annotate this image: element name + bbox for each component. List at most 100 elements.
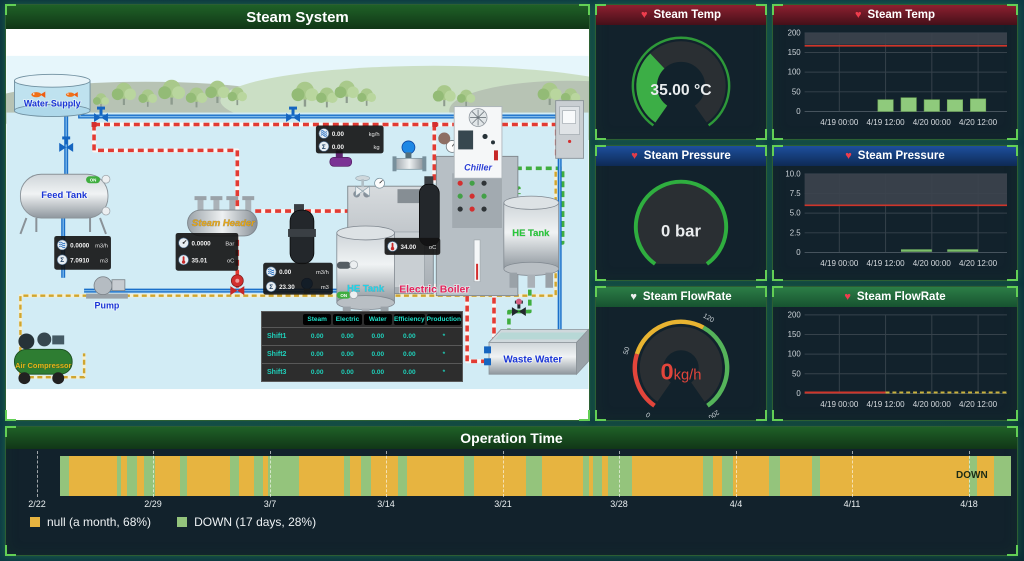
- timeline-segment-run[interactable]: [542, 456, 583, 496]
- timeline-segment-down[interactable]: [464, 456, 474, 496]
- chart-title: Steam Temp: [868, 9, 936, 21]
- chart-header-steam-flowrate[interactable]: ♥ Steam FlowRate: [773, 287, 1017, 307]
- timeline-segment-down[interactable]: [722, 456, 733, 496]
- steam-flowrate-chart[interactable]: 0501001502004/19 00:004/19 12:004/20 00:…: [773, 307, 1017, 418]
- relief-valve-icon: [438, 132, 450, 144]
- row-label: Shift1: [262, 327, 302, 345]
- timeline-segment-down[interactable]: [769, 456, 780, 496]
- timeline-segment-run[interactable]: [407, 456, 464, 496]
- column-header: Water: [364, 314, 392, 325]
- timeline-segment-down[interactable]: [127, 456, 137, 496]
- timeline-segment-run[interactable]: [820, 456, 969, 496]
- timeline-segment-down[interactable]: [230, 456, 239, 496]
- svg-text:200: 200: [707, 408, 721, 418]
- svg-text:0kg/h: 0kg/h: [661, 359, 702, 385]
- electric-boiler-label: Electric Boiler: [399, 285, 469, 296]
- column-header: Production: [427, 314, 461, 325]
- svg-text:4/20 00:00: 4/20 00:00: [913, 118, 952, 127]
- he-tank-left-label: HE Tank: [347, 284, 385, 295]
- svg-text:4/20 00:00: 4/20 00:00: [913, 259, 952, 268]
- timeline-segment-down[interactable]: [703, 456, 713, 496]
- timeline-segment-down[interactable]: [60, 456, 69, 496]
- svg-text:200: 200: [788, 310, 802, 319]
- timeline-segment-run[interactable]: [187, 456, 230, 496]
- table-cell: 0.00: [332, 345, 362, 363]
- timeline-tick-label: 2/22: [28, 499, 46, 509]
- timeline-segment-down[interactable]: [812, 456, 820, 496]
- gauge-panel-steam-flowrate: ♥ Steam FlowRate 0501202000kg/h: [595, 286, 767, 421]
- svg-text:4/20 12:00: 4/20 12:00: [959, 400, 998, 409]
- timeline-segment-down[interactable]: [608, 456, 632, 496]
- timeline-segment-run[interactable]: [371, 456, 398, 496]
- svg-text:oC: oC: [429, 245, 436, 251]
- operation-timeline[interactable]: DOWN null (a month, 68%)DOWN (17 days, 2…: [6, 449, 1017, 555]
- svg-text:4/20 12:00: 4/20 12:00: [959, 118, 998, 127]
- legend-item[interactable]: DOWN (17 days, 28%): [177, 515, 316, 529]
- svg-text:4/19 12:00: 4/19 12:00: [867, 259, 906, 268]
- row-label: Shift2: [262, 345, 302, 363]
- timeline-gridline: [852, 451, 853, 497]
- timeline-tick-label: 3/14: [377, 499, 395, 509]
- timeline-segment-run[interactable]: [239, 456, 254, 496]
- svg-text:Bar: Bar: [225, 241, 234, 247]
- chart-header-steam-temp[interactable]: ♥ Steam Temp: [773, 5, 1017, 25]
- chart-panel-steam-pressure: ♥ Steam Pressure 02.55.07.510.04/19 00:0…: [772, 145, 1018, 281]
- timeline-gridline: [270, 451, 271, 497]
- steam-header-label: Steam Header: [192, 218, 256, 229]
- timeline-segment-run[interactable]: [780, 456, 812, 496]
- timeline-segment-down[interactable]: [994, 456, 1011, 496]
- steam-temp-gauge[interactable]: 35.00 °C: [596, 25, 766, 137]
- timeline-segment-run[interactable]: [733, 456, 769, 496]
- svg-text:kg: kg: [373, 145, 379, 151]
- timeline-segment-down[interactable]: [593, 456, 602, 496]
- timeline-segment-run[interactable]: [299, 456, 344, 496]
- timeline-segment-down[interactable]: [254, 456, 263, 496]
- svg-text:150: 150: [788, 330, 802, 339]
- table-cell: *: [426, 363, 462, 381]
- legend-item[interactable]: null (a month, 68%): [30, 515, 151, 529]
- timeline-segment-run[interactable]: [350, 456, 361, 496]
- gauge-header-steam-pressure[interactable]: ♥ Steam Pressure: [596, 146, 766, 166]
- svg-text:0.0000: 0.0000: [70, 242, 90, 249]
- timeline-segment-run[interactable]: [69, 456, 117, 496]
- feed-tank-on-badge: ON: [90, 178, 97, 183]
- column-header: Steam: [303, 314, 331, 325]
- svg-text:4/19 12:00: 4/19 12:00: [867, 400, 906, 409]
- gauge-header-steam-temp[interactable]: ♥ Steam Temp: [596, 5, 766, 25]
- timeline-segment-run[interactable]: [474, 456, 526, 496]
- timeline-segment-down[interactable]: [180, 456, 187, 496]
- steam-pressure-chart[interactable]: 02.55.07.510.04/19 00:004/19 12:004/20 0…: [773, 166, 1017, 278]
- svg-text:23.30: 23.30: [279, 284, 295, 291]
- operation-time-title: Operation Time: [460, 430, 562, 446]
- he-tank-right-label: HE Tank: [512, 228, 550, 239]
- chart-panel-steam-temp: ♥ Steam Temp 0501001502004/19 00:004/19 …: [772, 4, 1018, 140]
- databox-boiler: 0.0000 Bar 35.01 oC: [176, 233, 239, 271]
- timeline-segment-run[interactable]: [713, 456, 722, 496]
- svg-text:7.0910: 7.0910: [70, 257, 90, 264]
- svg-text:4/19 12:00: 4/19 12:00: [867, 118, 906, 127]
- svg-text:50: 50: [792, 369, 801, 378]
- timeline-segment-down[interactable]: [268, 456, 299, 496]
- svg-text:m3: m3: [100, 258, 108, 264]
- gauge-header-steam-flowrate[interactable]: ♥ Steam FlowRate: [596, 287, 766, 307]
- timeline-segment-run[interactable]: [632, 456, 703, 496]
- table-cell: 0.00: [332, 327, 362, 345]
- svg-text:m3: m3: [321, 285, 329, 291]
- timeline-legend: null (a month, 68%) DOWN (17 days, 28%): [30, 515, 316, 529]
- air-compressor-label: Air Compressor: [15, 361, 71, 370]
- gauge-title: Steam FlowRate: [643, 291, 732, 303]
- steam-flowrate-gauge[interactable]: 0501202000kg/h: [596, 307, 766, 418]
- steam-pressure-gauge[interactable]: 0 bar: [596, 166, 766, 278]
- steam-temp-chart[interactable]: 0501001502004/19 00:004/19 12:004/20 00:…: [773, 25, 1017, 137]
- table-cell: 0.00: [332, 363, 362, 381]
- table-cell: *: [426, 327, 462, 345]
- timeline-segment-down[interactable]: [526, 456, 542, 496]
- chart-header-steam-pressure[interactable]: ♥ Steam Pressure: [773, 146, 1017, 166]
- svg-text:100: 100: [788, 68, 802, 77]
- waste-water-tank: [484, 329, 588, 374]
- timeline-segment-run[interactable]: [137, 456, 144, 496]
- timeline-segment-down[interactable]: [398, 456, 407, 496]
- databox-he-water: 0.00 m3/h 23.30 m3: [263, 263, 333, 295]
- timeline-segment-down[interactable]: [361, 456, 371, 496]
- timeline-segment-run[interactable]: [155, 456, 180, 496]
